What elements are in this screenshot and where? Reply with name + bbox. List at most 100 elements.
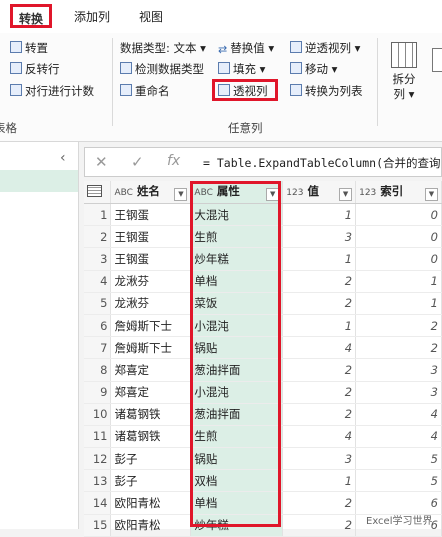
replace-values-button[interactable]: ⇄ 替换值 ▾: [218, 40, 274, 56]
cell[interactable]: 彭子: [110, 469, 192, 493]
cell[interactable]: 龙湫芬: [110, 292, 192, 315]
cell[interactable]: 2: [282, 358, 357, 382]
table-row[interactable]: 14 欧阳青松 单档 2 6: [84, 491, 442, 515]
cell[interactable]: 郑喜定: [110, 381, 192, 404]
cell[interactable]: 双档: [190, 469, 284, 493]
rename-button[interactable]: 重命名: [120, 83, 170, 99]
cell[interactable]: 大混沌: [190, 203, 284, 227]
cell[interactable]: 单档: [190, 270, 284, 293]
split-column-button[interactable]: 拆分 列 ▾: [384, 42, 424, 102]
cell[interactable]: 0: [355, 225, 442, 249]
cell[interactable]: 1: [282, 469, 357, 493]
cell[interactable]: 4: [282, 336, 357, 360]
tab-add-column[interactable]: 添加列: [74, 8, 110, 26]
cell[interactable]: 生煎: [190, 225, 284, 249]
table-row[interactable]: 13 彭子 双档 1 5: [84, 469, 442, 493]
confirm-icon[interactable]: ✓: [131, 153, 144, 171]
cell[interactable]: 1: [355, 270, 442, 293]
table-row[interactable]: 11 诸葛钢铁 生煎 4 4: [84, 425, 442, 449]
cell[interactable]: 龙湫芬: [110, 270, 192, 293]
cell[interactable]: 6: [355, 491, 442, 515]
cell[interactable]: 葱油拌面: [190, 403, 284, 426]
type-icon[interactable]: 123: [359, 188, 376, 198]
cell[interactable]: 3: [355, 381, 442, 404]
table-row[interactable]: 1 王钢蛋 大混沌 1 0: [84, 203, 442, 227]
table-row[interactable]: 3 王钢蛋 炒年糕 1 0: [84, 247, 442, 271]
cell[interactable]: 炒年糕: [190, 514, 284, 537]
table-row[interactable]: 4 龙湫芬 单档 2 1: [84, 270, 442, 293]
reverse-rows-button[interactable]: 反转行: [10, 61, 60, 77]
table-row[interactable]: 8 郑喜定 葱油拌面 2 3: [84, 358, 442, 382]
cell[interactable]: 诸葛钢铁: [110, 403, 192, 426]
col-header[interactable]: ABC 属性 ▼: [190, 181, 284, 204]
type-icon[interactable]: 123: [286, 188, 303, 198]
cell[interactable]: 1: [282, 314, 357, 338]
cell[interactable]: 欧阳青松: [110, 491, 192, 515]
table-row[interactable]: 2 王钢蛋 生煎 3 0: [84, 225, 442, 249]
cell[interactable]: 小混沌: [190, 381, 284, 404]
cell[interactable]: 单档: [190, 491, 284, 515]
cell[interactable]: 锅贴: [190, 447, 284, 471]
cell[interactable]: 1: [282, 203, 357, 227]
cell[interactable]: 2: [282, 514, 357, 537]
unpivot-button[interactable]: 逆透视列 ▾: [290, 40, 360, 56]
detect-type-button[interactable]: 检测数据类型: [120, 61, 204, 77]
cell[interactable]: 王钢蛋: [110, 225, 192, 249]
type-icon[interactable]: ABC: [114, 188, 132, 198]
filter-dropdown-icon[interactable]: ▼: [266, 188, 280, 201]
cell[interactable]: 生煎: [190, 425, 284, 449]
cell[interactable]: 2: [355, 314, 442, 338]
cell[interactable]: 2: [282, 292, 357, 315]
table-menu-icon[interactable]: [84, 181, 112, 204]
type-icon[interactable]: ABC: [194, 188, 212, 198]
cell[interactable]: 0: [355, 203, 442, 227]
cell[interactable]: 菜饭: [190, 292, 284, 315]
formula-input[interactable]: = Table.ExpandTableColumn(合并的查询,: [203, 155, 442, 171]
cell[interactable]: 詹姆斯下士: [110, 314, 192, 338]
table-row[interactable]: 9 郑喜定 小混沌 2 3: [84, 381, 442, 404]
cell[interactable]: 3: [355, 358, 442, 382]
cell[interactable]: 郑喜定: [110, 358, 192, 382]
filter-dropdown-icon[interactable]: ▼: [174, 188, 188, 201]
cell[interactable]: 5: [355, 447, 442, 471]
table-row[interactable]: 5 龙湫芬 菜饭 2 1: [84, 292, 442, 315]
filter-dropdown-icon[interactable]: ▼: [425, 188, 438, 201]
move-button[interactable]: 移动 ▾: [290, 61, 337, 77]
cell[interactable]: 2: [355, 336, 442, 360]
cell[interactable]: 1: [282, 247, 357, 271]
cell[interactable]: 王钢蛋: [110, 247, 192, 271]
selected-query[interactable]: [0, 170, 78, 192]
cell[interactable]: 5: [355, 469, 442, 493]
cell[interactable]: 炒年糕: [190, 247, 284, 271]
cell[interactable]: 锅贴: [190, 336, 284, 360]
cell[interactable]: 欧阳青松: [110, 514, 192, 537]
cell[interactable]: 2: [282, 403, 357, 426]
cancel-icon[interactable]: ✕: [95, 153, 108, 171]
filter-dropdown-icon[interactable]: ▼: [339, 188, 353, 201]
collapse-pane-icon[interactable]: ‹: [60, 150, 66, 166]
cell[interactable]: 诸葛钢铁: [110, 425, 192, 449]
table-row[interactable]: 6 詹姆斯下士 小混沌 1 2: [84, 314, 442, 338]
cell[interactable]: 0: [355, 247, 442, 271]
tab-view[interactable]: 视图: [139, 8, 163, 26]
cell[interactable]: 2: [282, 381, 357, 404]
cell[interactable]: 小混沌: [190, 314, 284, 338]
fx-icon[interactable]: fx: [167, 153, 180, 169]
cell[interactable]: 2: [282, 270, 357, 293]
count-rows-button[interactable]: 对行进行计数: [10, 83, 94, 99]
cell[interactable]: 4: [282, 425, 357, 449]
cell[interactable]: 4: [355, 403, 442, 426]
col-header[interactable]: 123 值 ▼: [282, 181, 357, 204]
col-header[interactable]: ABC 姓名 ▼: [110, 181, 192, 204]
fill-button[interactable]: 填充 ▾: [218, 61, 265, 77]
cell[interactable]: 3: [282, 225, 357, 249]
cell[interactable]: 3: [282, 447, 357, 471]
cell[interactable]: 2: [282, 491, 357, 515]
transpose-button[interactable]: 转置: [10, 40, 48, 56]
cell[interactable]: 1: [355, 292, 442, 315]
cell[interactable]: 4: [355, 425, 442, 449]
to-list-button[interactable]: 转换为列表: [290, 83, 363, 99]
table-row[interactable]: 7 詹姆斯下士 锅贴 4 2: [84, 336, 442, 360]
next-button-icon[interactable]: [432, 48, 442, 72]
data-type-dropdown[interactable]: 数据类型: 文本 ▾: [120, 40, 206, 56]
